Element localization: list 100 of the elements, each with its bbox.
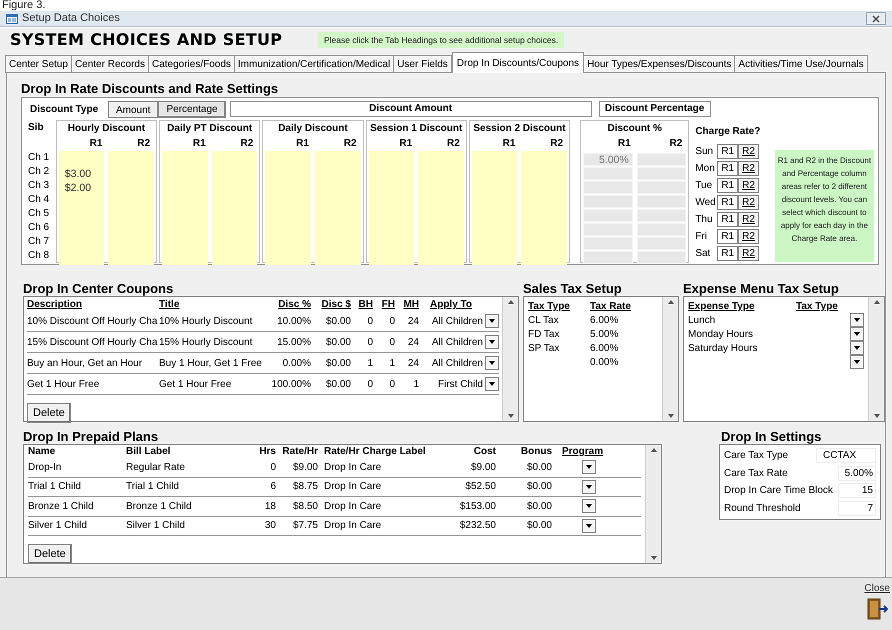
day-label: Fri <box>694 230 708 244</box>
column-header[interactable]: Rate/Hr Charge Label <box>318 445 450 458</box>
rate-button[interactable]: R2 <box>738 195 759 210</box>
scrollbar[interactable] <box>868 297 884 421</box>
tab[interactable]: Hour Types/Expenses/Discounts <box>583 55 736 73</box>
input-field[interactable]: 5.00% <box>838 466 876 481</box>
cell-value[interactable]: $2.00 <box>58 181 104 195</box>
input-field[interactable] <box>636 195 686 208</box>
rate-button[interactable]: R2 <box>738 161 759 176</box>
column-header[interactable]: MH <box>395 298 419 311</box>
dropdown-button[interactable] <box>582 518 596 533</box>
dropdown-button[interactable] <box>850 355 864 369</box>
column-header[interactable]: Tax Type <box>528 299 590 313</box>
column-header[interactable]: Expense Type <box>688 299 796 313</box>
dropdown-value[interactable]: All Children <box>419 314 485 328</box>
input-field[interactable]: 7 <box>838 500 876 516</box>
column-header[interactable]: Title <box>159 298 267 311</box>
input-field[interactable] <box>636 153 686 166</box>
column-header[interactable]: Hrs <box>244 445 276 458</box>
tab[interactable]: Drop In Discounts/Coupons <box>452 52 584 73</box>
scroll-down-icon[interactable] <box>874 414 880 418</box>
dropdown-button[interactable] <box>582 480 596 494</box>
dropdown-button[interactable] <box>582 499 596 514</box>
input-field[interactable]: 15 <box>838 483 876 498</box>
toggle-button[interactable]: Percentage <box>158 100 226 118</box>
column-header[interactable]: Program <box>552 445 614 458</box>
input-field[interactable]: CCTAX <box>816 448 876 464</box>
input-field[interactable] <box>583 251 633 264</box>
rate-button[interactable]: R1 <box>717 178 738 193</box>
tab[interactable]: Immunization/Certification/Medical <box>234 55 394 73</box>
dropdown-button[interactable] <box>485 335 499 349</box>
scrollbar[interactable] <box>645 445 661 563</box>
dropdown-button[interactable] <box>850 313 864 327</box>
dropdown-button[interactable] <box>850 327 864 341</box>
delete-button[interactable]: Delete <box>27 403 71 423</box>
rate-button[interactable]: R1 <box>717 212 738 227</box>
rate-button[interactable]: R1 <box>717 144 738 159</box>
rate-button[interactable]: R1 <box>717 161 738 176</box>
scroll-up-icon[interactable] <box>668 300 674 304</box>
tab[interactable]: User Fields <box>393 55 452 73</box>
dropdown-button[interactable] <box>485 314 499 328</box>
table-cell-text: Trial 1 Child <box>126 480 180 494</box>
rate-button[interactable]: R2 <box>738 144 759 159</box>
rate-button[interactable]: R1 <box>717 246 738 261</box>
scrollbar[interactable] <box>662 297 678 421</box>
input-field[interactable] <box>636 167 686 180</box>
dropdown-value[interactable]: All Children <box>419 356 485 370</box>
scroll-down-icon[interactable] <box>508 414 514 418</box>
column-label: R1 <box>192 137 207 151</box>
input-field[interactable] <box>636 209 686 222</box>
column-header[interactable]: Bonus <box>496 445 552 458</box>
scroll-down-icon[interactable] <box>668 414 674 418</box>
delete-button[interactable]: Delete <box>28 544 72 564</box>
toggle-button[interactable]: Amount <box>108 100 158 118</box>
tab[interactable]: Center Setup <box>5 55 72 73</box>
day-label: Mon <box>694 162 716 176</box>
scrollbar[interactable] <box>502 297 518 421</box>
dropdown-value[interactable]: All Children <box>419 334 485 350</box>
close-button[interactable] <box>866 12 886 25</box>
column-header[interactable]: Tax Rate <box>590 299 631 313</box>
column-header[interactable]: Cost <box>450 445 496 458</box>
scroll-up-icon[interactable] <box>650 448 656 452</box>
column-header[interactable]: FH <box>373 298 395 311</box>
rate-button[interactable]: R1 <box>717 229 738 244</box>
tab[interactable]: Categories/Foods <box>148 55 235 73</box>
rate-button[interactable]: R1 <box>717 195 738 210</box>
column-header[interactable]: Rate/Hr <box>276 445 318 458</box>
scroll-up-icon[interactable] <box>508 300 514 304</box>
column-header[interactable]: Disc $ <box>311 298 351 311</box>
column-header[interactable]: Bill Label <box>126 445 244 458</box>
dropdown-button[interactable] <box>850 341 864 355</box>
close-button[interactable]: Close <box>864 581 890 620</box>
dropdown-button[interactable] <box>582 460 596 474</box>
input-field[interactable] <box>636 223 686 236</box>
dropdown-button[interactable] <box>485 377 499 391</box>
close-icon <box>872 14 880 22</box>
column-header[interactable]: Disc % <box>267 298 311 311</box>
input-field[interactable]: 5.00% <box>583 153 633 166</box>
column-label: R1 <box>616 137 632 151</box>
dropdown-value[interactable]: First Child <box>419 376 485 392</box>
scroll-down-icon[interactable] <box>650 556 656 560</box>
cell-value[interactable]: $3.00 <box>58 167 104 181</box>
input-field[interactable] <box>636 237 686 250</box>
column-header[interactable]: Description <box>27 298 159 311</box>
scroll-up-icon[interactable] <box>874 300 880 304</box>
tab[interactable]: Activities/Time Use/Journals <box>734 55 868 73</box>
column-header[interactable]: BH <box>351 298 373 311</box>
column-header[interactable]: Tax Type <box>796 299 838 313</box>
rate-button[interactable]: R2 <box>738 246 759 261</box>
dropdown-button[interactable] <box>485 356 499 370</box>
tab[interactable]: Center Records <box>70 55 149 73</box>
section-title: Expense Menu Tax Setup <box>683 280 840 296</box>
input-field[interactable] <box>636 251 686 264</box>
input-field[interactable] <box>636 181 686 194</box>
table-cell-text: $0.00 <box>324 314 351 328</box>
rate-button[interactable]: R2 <box>738 229 759 244</box>
column-header[interactable]: Name <box>28 445 126 458</box>
column-header[interactable]: Apply To <box>419 298 485 311</box>
rate-button[interactable]: R2 <box>738 178 759 193</box>
rate-button[interactable]: R2 <box>738 212 759 227</box>
